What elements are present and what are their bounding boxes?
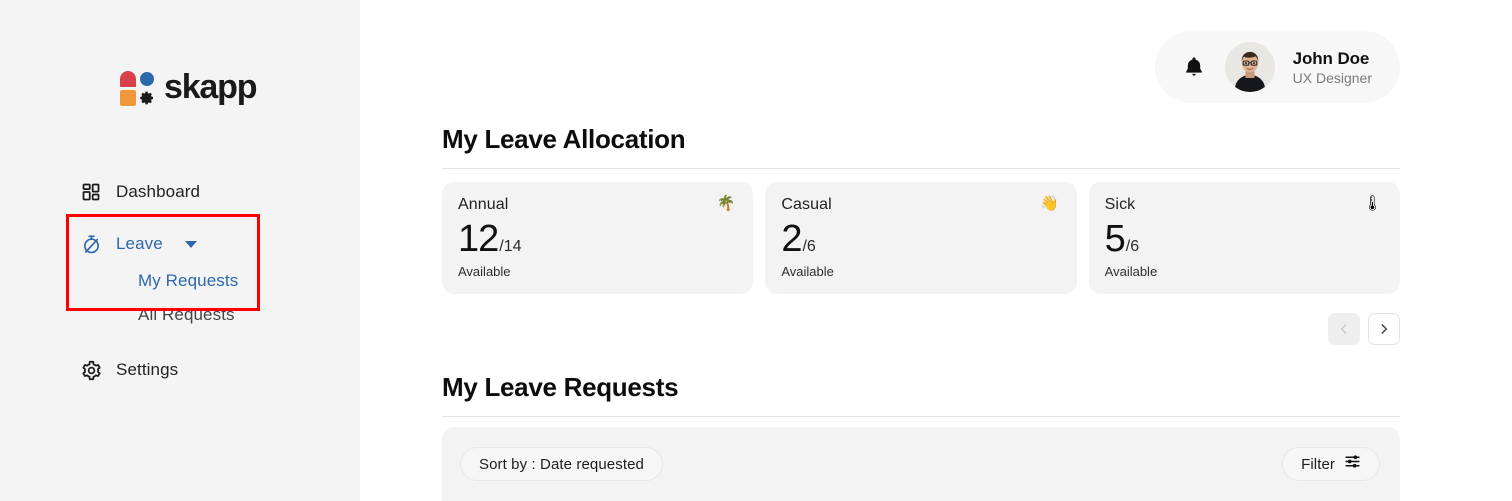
card-value: 2	[781, 218, 802, 260]
gear-icon	[80, 359, 102, 381]
brand-name: skapp	[164, 68, 257, 106]
sidebar-item-all-requests-label: All Requests	[138, 305, 235, 324]
allocation-divider	[442, 168, 1400, 169]
sidebar-item-settings[interactable]: Settings	[0, 350, 360, 390]
filter-button[interactable]: Filter	[1282, 447, 1380, 481]
logo-gear-icon	[140, 91, 153, 104]
card-title: Casual	[781, 196, 832, 213]
card-figure: 5 /6	[1105, 220, 1382, 258]
user-role: UX Designer	[1292, 69, 1372, 86]
sidebar-item-dashboard[interactable]: Dashboard	[0, 172, 360, 212]
card-figure: 2 /6	[781, 220, 1058, 258]
sort-by-label: Sort by : Date requested	[479, 455, 644, 473]
card-subtitle: Available	[781, 264, 834, 279]
thermometer-icon: 🌡	[1362, 195, 1382, 212]
allocation-cards: Annual 🌴 12 /14 Available Casual 👋 2 /6	[442, 182, 1400, 294]
card-total: /14	[499, 238, 522, 255]
pager-next-button[interactable]	[1368, 313, 1400, 345]
logo-orange-square	[120, 89, 136, 106]
main-content: John Doe UX Designer My Leave Allocation…	[360, 0, 1512, 501]
sidebar-item-dashboard-label: Dashboard	[116, 182, 201, 201]
logo-red-shape	[120, 70, 136, 87]
card-head: Annual 🌴	[458, 196, 735, 214]
sort-by-button[interactable]: Sort by : Date requested	[460, 447, 663, 481]
brand-logo[interactable]: skapp	[120, 68, 257, 107]
sidebar-item-leave-label: Leave	[116, 234, 163, 253]
sidebar-nav: Dashboard Leave My Requests All Requests…	[0, 172, 360, 390]
avatar[interactable]	[1224, 42, 1275, 92]
pager-prev-button[interactable]	[1328, 313, 1360, 345]
waving-hand-icon: 👋	[1039, 195, 1059, 212]
sidebar: skapp Dashboard Leave My Requests All Re…	[0, 0, 360, 501]
palm-tree-icon: 🌴	[716, 195, 736, 212]
skapp-logo-icon	[120, 70, 156, 107]
card-value: 5	[1104, 218, 1126, 260]
user-name: John Doe	[1292, 48, 1370, 68]
chevron-left-icon	[1340, 324, 1347, 334]
sliders-icon	[1344, 453, 1361, 475]
stopwatch-icon	[80, 233, 102, 255]
sidebar-item-leave[interactable]: Leave	[0, 224, 360, 264]
card-total: /6	[802, 238, 816, 255]
card-value: 12	[458, 218, 499, 260]
leave-card-sick[interactable]: Sick 🌡 5 /6 Available	[1088, 182, 1400, 294]
bell-icon[interactable]	[1181, 54, 1207, 80]
card-subtitle: Available	[1104, 264, 1158, 279]
chevron-right-icon	[1381, 324, 1388, 334]
sidebar-item-settings-label: Settings	[116, 360, 179, 379]
leave-card-annual[interactable]: Annual 🌴 12 /14 Available	[442, 182, 754, 294]
chevron-down-icon[interactable]	[184, 240, 197, 248]
sidebar-item-my-requests[interactable]: My Requests	[0, 264, 360, 298]
card-head: Casual 👋	[781, 196, 1058, 214]
card-title: Sick	[1104, 196, 1136, 213]
requests-section-title: My Leave Requests	[442, 372, 679, 402]
requests-divider	[442, 416, 1400, 417]
card-figure: 12 /14	[458, 220, 735, 258]
card-title: Annual	[458, 196, 509, 213]
requests-panel: Sort by : Date requested Filter	[442, 427, 1400, 501]
sidebar-item-my-requests-label: My Requests	[138, 271, 239, 290]
card-subtitle: Available	[458, 264, 511, 279]
allocation-pager	[1328, 313, 1400, 345]
card-total: /6	[1125, 238, 1140, 255]
leave-card-casual[interactable]: Casual 👋 2 /6 Available	[765, 182, 1077, 294]
dashboard-grid-icon	[80, 181, 102, 203]
app-root: skapp Dashboard Leave My Requests All Re…	[0, 0, 1512, 501]
card-head: Sick 🌡	[1105, 196, 1382, 214]
user-meta: John Doe UX Designer	[1293, 49, 1372, 86]
user-header-bar: John Doe UX Designer	[1154, 31, 1400, 103]
allocation-section-title: My Leave Allocation	[442, 124, 686, 154]
logo-blue-circle	[140, 71, 154, 86]
sidebar-item-all-requests[interactable]: All Requests	[0, 298, 360, 332]
filter-label: Filter	[1301, 455, 1335, 473]
